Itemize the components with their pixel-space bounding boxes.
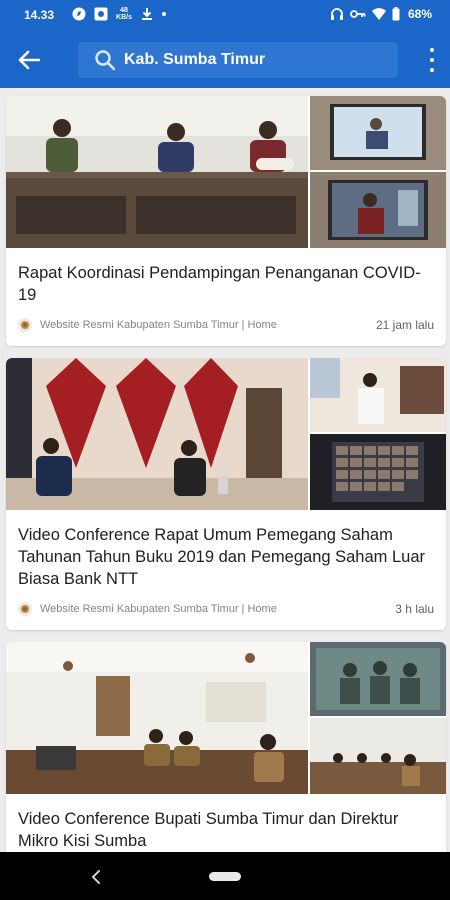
download-icon [142,8,152,20]
status-bar: 14.33 48 KB/s 68% [0,0,450,32]
system-icons: 68% [330,7,432,21]
back-arrow-icon [18,50,40,70]
nav-back-icon[interactable] [88,868,106,886]
meeting-photo [310,358,446,432]
article-meta: Website Resmi Kabupaten Sumba Timur | Ho… [18,602,434,616]
headset-icon [330,8,343,20]
article-time: 21 jam lalu [375,318,434,332]
back-button[interactable] [14,46,44,74]
article-source: Website Resmi Kabupaten Sumba Timur | Ho… [40,603,277,615]
more-options-button[interactable] [428,48,436,72]
video-call-photo [310,642,446,716]
search-query: Kab. Sumba Timur [124,51,266,68]
meeting-photo [6,358,308,510]
video-grid-photo [310,434,446,510]
source-favicon-icon [18,318,32,332]
meeting-photo [310,718,446,794]
article-body: Video Conference Rapat Umum Pemegang Sah… [6,510,446,630]
meeting-photo [6,96,308,248]
status-time: 14.33 [24,8,55,22]
more-vert-icon [430,48,434,52]
article-image [6,96,446,248]
source-favicon-icon [18,602,32,616]
article-card[interactable]: Video Conference Rapat Umum Pemegang Sah… [6,358,446,630]
search-field[interactable]: Kab. Sumba Timur [78,42,398,78]
search-icon [95,50,116,71]
article-time: 3 h lalu [395,602,434,616]
meeting-photo [6,642,308,794]
article-title: Video Conference Rapat Umum Pemegang Sah… [18,526,426,588]
article-meta: Website Resmi Kabupaten Sumba Timur | Ho… [18,318,434,332]
key-icon [350,10,366,18]
article-body: Rapat Koordinasi Pendampingan Penanganan… [6,248,446,346]
battery-percent: 68% [407,7,432,21]
article-card[interactable]: Video Conference Bupati Sumba Timur dan … [6,642,446,878]
notification-icons: 48 KB/s [72,7,166,21]
news-feed: Rapat Koordinasi Pendampingan Penanganan… [6,96,446,890]
battery-icon [392,7,400,21]
article-source: Website Resmi Kabupaten Sumba Timur | Ho… [40,319,277,331]
video-call-photo [310,96,446,170]
article-image [6,358,446,510]
compass-icon [72,7,86,21]
article-image [6,642,446,794]
net-speed: 48 KB/s [116,7,132,21]
home-pill[interactable] [209,872,241,881]
dot-icon [162,12,166,16]
system-nav-bar [0,852,450,900]
gallery-icon [94,7,108,21]
wifi-icon [371,8,386,20]
article-card[interactable]: Rapat Koordinasi Pendampingan Penanganan… [6,96,446,346]
app-bar: Kab. Sumba Timur [0,32,450,88]
video-call-photo [310,172,446,248]
article-title: Rapat Koordinasi Pendampingan Penanganan… [18,264,421,304]
article-title: Video Conference Bupati Sumba Timur dan … [18,810,399,850]
phone-screen: 14.33 48 KB/s 68% Kab. Sumba Timur Rapat… [0,0,450,900]
